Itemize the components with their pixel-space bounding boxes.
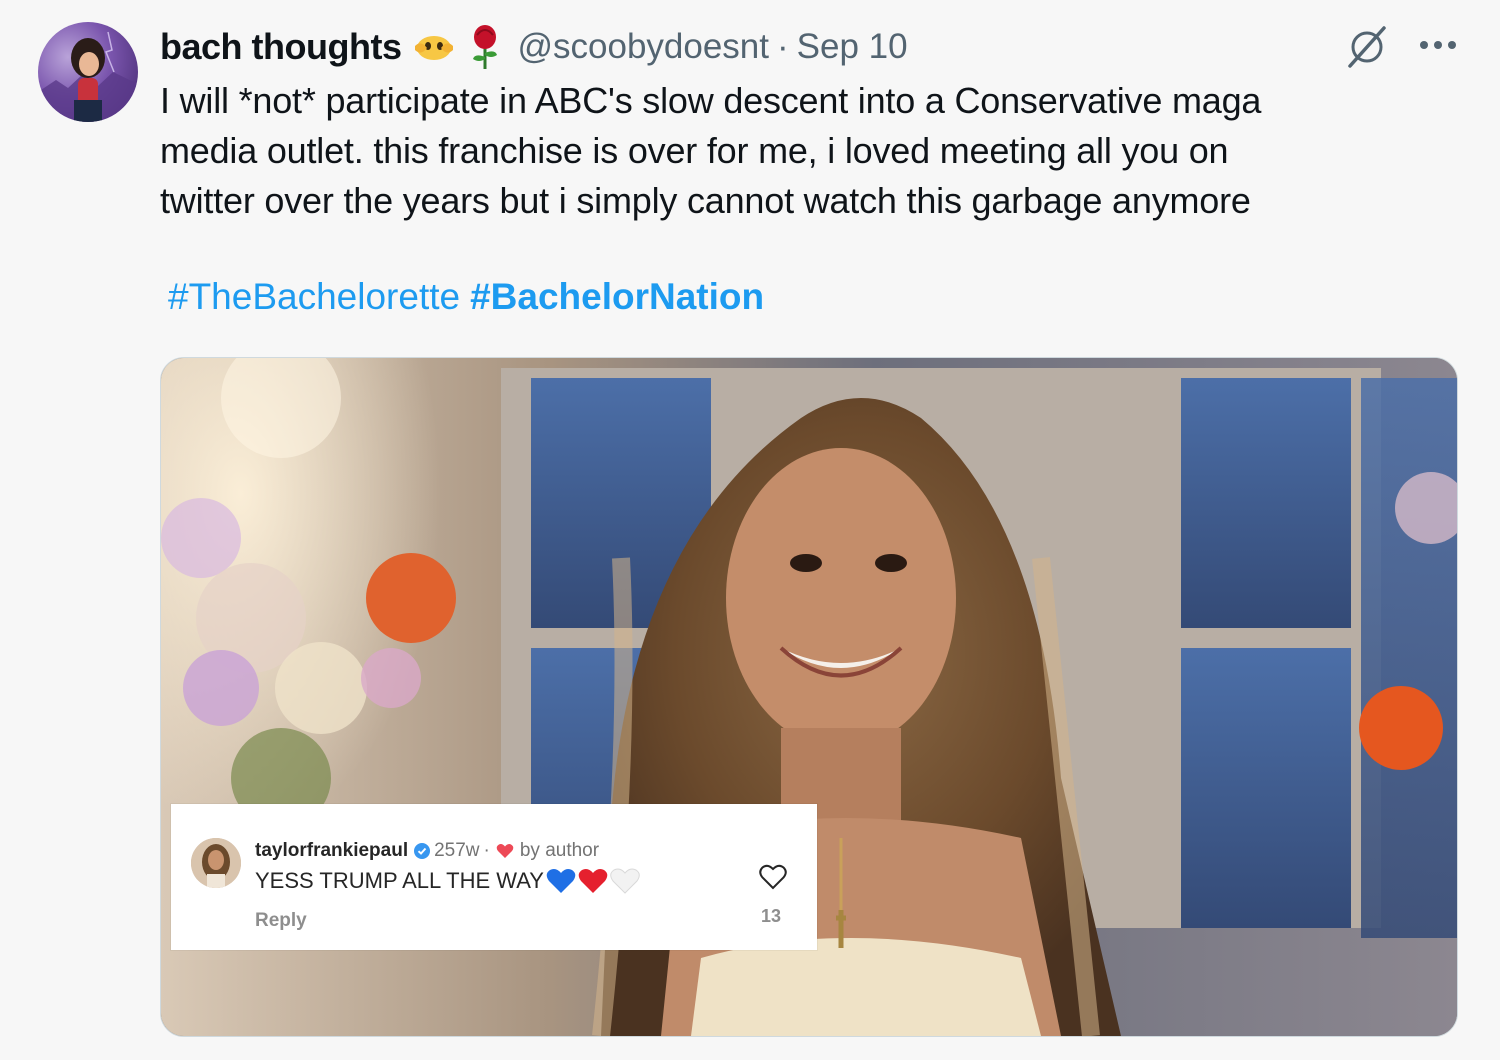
tweet-text-line: twitter over the years but i simply cann… — [160, 180, 1251, 221]
eyes-in-hands-emoji-icon — [413, 32, 455, 62]
heart-outline-icon — [759, 864, 787, 890]
avatar-illustration — [38, 31, 138, 122]
verified-badge-icon — [414, 843, 431, 859]
hashtag-link[interactable]: #BachelorNation — [470, 276, 764, 317]
embedded-comment-card: taylorfrankiepaul 257w · by author YESS … — [171, 804, 817, 950]
red-heart-emoji-icon — [578, 868, 608, 894]
comment-like-count: 13 — [761, 906, 782, 926]
hashtags: #TheBachelorette #BachelorNation — [168, 276, 764, 318]
comment-username: taylorfrankiepaul — [255, 840, 409, 861]
comment-avatar — [191, 838, 241, 888]
liked-by-author: by author — [519, 840, 600, 861]
comment-dot: · — [483, 840, 490, 861]
comment-text: YESS TRUMP ALL THE WAY — [255, 868, 544, 893]
white-heart-emoji-icon — [610, 868, 640, 894]
comment-age: 257w — [434, 840, 480, 861]
blue-heart-emoji-icon — [546, 868, 576, 894]
comment-reply-link: Reply — [255, 910, 307, 931]
more-icon[interactable] — [1418, 38, 1458, 52]
header-separator: · — [777, 27, 789, 66]
tweet-text: I will *not* participate in ABC's slow d… — [160, 76, 1440, 226]
hashtag-link[interactable]: #TheBachelorette — [168, 276, 460, 317]
comment-text-row: YESS TRUMP ALL THE WAY — [255, 868, 640, 894]
tweet-media[interactable]: taylorfrankiepaul 257w · by author YESS … — [160, 357, 1458, 1037]
tweet-date[interactable]: Sep 10 — [797, 27, 908, 67]
user-handle[interactable]: @scoobydoesnt — [517, 27, 769, 67]
grok-icon[interactable] — [1344, 24, 1390, 70]
comment-meta: taylorfrankiepaul 257w · by author — [255, 840, 599, 862]
author-avatar[interactable] — [38, 22, 138, 122]
author-liked-heart-icon — [496, 843, 514, 859]
rose-emoji-icon — [467, 23, 503, 71]
tweet-header: bach thoughts @scoobydoesnt · Sep 10 — [160, 22, 1460, 72]
display-name[interactable]: bach thoughts — [160, 26, 402, 68]
tweet-text-line: I will *not* participate in ABC's slow d… — [160, 80, 1262, 121]
tweet-text-line: media outlet. this franchise is over for… — [160, 130, 1229, 171]
